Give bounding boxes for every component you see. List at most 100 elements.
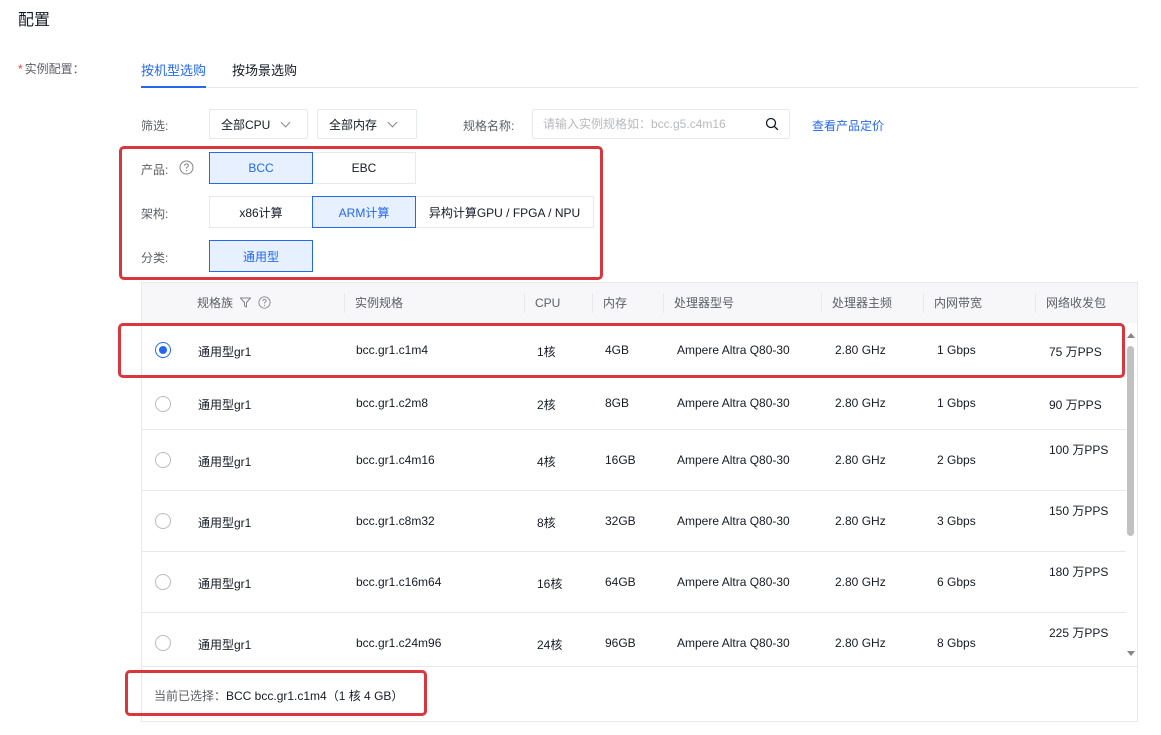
row-radio[interactable] (155, 513, 171, 529)
cell-cpu: 1核 (537, 345, 556, 359)
category-option-general[interactable]: 通用型 (209, 240, 313, 272)
product-options: BCC EBC (209, 152, 416, 184)
cell-pps: 75 万PPS (1049, 345, 1102, 359)
column-header-spec: 实例规格 (355, 296, 404, 310)
arch-option-x86[interactable]: x86计算 (209, 196, 313, 228)
scroll-up-arrow-icon[interactable] (1127, 333, 1135, 338)
cpu-select-value: 全部CPU (221, 117, 271, 132)
spec-name-label: 规格名称: (463, 119, 515, 133)
row-radio[interactable] (155, 574, 171, 590)
cell-processor: Ampere Altra Q80-30 (677, 343, 790, 357)
filter-label: 筛选: (141, 119, 169, 133)
table-row[interactable]: 通用型gr1 bcc.gr1.c16m64 16核 64GB Ampere Al… (142, 552, 1126, 613)
column-header-bandwidth: 内网带宽 (934, 296, 983, 310)
table-row[interactable]: 通用型gr1 bcc.gr1.c2m8 2核 8GB Ampere Altra … (142, 377, 1126, 430)
product-label: 产品: (141, 163, 169, 177)
product-option-ebc[interactable]: EBC (312, 152, 416, 184)
instance-config-label: * 实例配置： (18, 60, 85, 77)
question-circle-icon[interactable] (179, 160, 194, 175)
column-header-frequency: 处理器主频 (832, 296, 893, 310)
tab-by-scenario[interactable]: 按场景选购 (232, 60, 297, 88)
spec-search-input[interactable] (543, 117, 765, 131)
cell-spec: bcc.gr1.c16m64 (356, 575, 442, 589)
cell-frequency: 2.80 GHz (835, 636, 886, 650)
tab-by-instance-type[interactable]: 按机型选购 (141, 60, 207, 88)
column-header-pps: 网络收发包 (1046, 296, 1107, 310)
cell-bandwidth: 1 Gbps (937, 343, 976, 357)
cell-processor: Ampere Altra Q80-30 (677, 514, 790, 528)
cell-bandwidth: 2 Gbps (937, 453, 976, 467)
table-row[interactable]: 通用型gr1 bcc.gr1.c1m4 1核 4GB Ampere Altra … (142, 323, 1126, 377)
chevron-down-icon (280, 117, 291, 127)
table-body: 通用型gr1 bcc.gr1.c1m4 1核 4GB Ampere Altra … (142, 323, 1126, 666)
page-title: 配置 (18, 12, 51, 29)
column-header-memory: 内存 (603, 296, 628, 310)
scrollbar-thumb[interactable] (1127, 346, 1134, 536)
cell-memory: 96GB (605, 636, 636, 650)
table-row[interactable]: 通用型gr1 bcc.gr1.c24m96 24核 96GB Ampere Al… (142, 613, 1126, 666)
selection-summary: 当前已选择：BCC bcc.gr1.c1m4（1 核 4 GB） (142, 666, 1137, 721)
cell-family: 通用型gr1 (198, 638, 252, 652)
cell-cpu: 24核 (537, 638, 563, 652)
funnel-icon[interactable] (239, 297, 252, 308)
row-radio[interactable] (155, 635, 171, 651)
cell-cpu: 2核 (537, 398, 556, 412)
cell-frequency: 2.80 GHz (835, 575, 886, 589)
cpu-select[interactable]: 全部CPU (209, 109, 308, 139)
table-row[interactable]: 通用型gr1 bcc.gr1.c8m32 8核 32GB Ampere Altr… (142, 491, 1126, 552)
cell-processor: Ampere Altra Q80-30 (677, 453, 790, 467)
cell-spec: bcc.gr1.c1m4 (356, 343, 429, 357)
cell-pps: 225 万PPS (1049, 626, 1109, 640)
cell-frequency: 2.80 GHz (835, 453, 886, 467)
row-radio[interactable] (155, 396, 171, 412)
instance-config-label-text: 实例配置： (24, 62, 85, 76)
cell-cpu: 4核 (537, 455, 556, 469)
cell-family: 通用型gr1 (198, 455, 252, 469)
cell-memory: 64GB (605, 575, 636, 589)
view-pricing-link[interactable]: 查看产品定价 (812, 117, 884, 134)
cell-cpu: 16核 (537, 577, 563, 591)
row-radio[interactable] (155, 342, 171, 358)
cell-memory: 32GB (605, 514, 636, 528)
table-header: 规格族 实例规格 CPU 内存 处理器型号 处理器主频 内网带宽 网络收发包 (142, 283, 1137, 323)
selection-summary-label: 当前已选择： (154, 689, 227, 703)
table-scrollbar[interactable] (1124, 323, 1137, 666)
arch-option-arm[interactable]: ARM计算 (312, 196, 416, 228)
cell-bandwidth: 3 Gbps (937, 514, 976, 528)
memory-select[interactable]: 全部内存 (317, 109, 417, 139)
purchase-tabs: 按机型选购 按场景选购 (141, 50, 1138, 88)
cell-bandwidth: 8 Gbps (937, 636, 976, 650)
scroll-down-arrow-icon[interactable] (1127, 651, 1135, 656)
cell-pps: 180 万PPS (1049, 565, 1109, 579)
cell-bandwidth: 1 Gbps (937, 396, 976, 410)
spec-search-box (532, 109, 790, 139)
cell-family: 通用型gr1 (198, 398, 252, 412)
search-icon[interactable] (765, 117, 779, 131)
product-option-bcc[interactable]: BCC (209, 152, 313, 184)
cell-spec: bcc.gr1.c4m16 (356, 453, 435, 467)
cell-family: 通用型gr1 (198, 345, 252, 359)
category-options: 通用型 (209, 240, 313, 272)
cell-cpu: 8核 (537, 516, 556, 530)
selection-summary-text: 当前已选择：BCC bcc.gr1.c1m4（1 核 4 GB） (154, 687, 403, 704)
chevron-down-icon (387, 117, 398, 127)
table-row[interactable]: 通用型gr1 bcc.gr1.c4m16 4核 16GB Ampere Altr… (142, 430, 1126, 491)
cell-memory: 8GB (605, 396, 630, 410)
cell-spec: bcc.gr1.c24m96 (356, 636, 442, 650)
cell-bandwidth: 6 Gbps (937, 575, 976, 589)
cell-processor: Ampere Altra Q80-30 (677, 575, 790, 589)
column-header-processor: 处理器型号 (674, 296, 735, 310)
cell-processor: Ampere Altra Q80-30 (677, 636, 790, 650)
cell-processor: Ampere Altra Q80-30 (677, 396, 790, 410)
column-header-family: 规格族 (186, 283, 271, 323)
row-radio[interactable] (155, 452, 171, 468)
memory-select-value: 全部内存 (329, 117, 378, 132)
cell-pps: 90 万PPS (1049, 398, 1102, 412)
cell-spec: bcc.gr1.c8m32 (356, 514, 435, 528)
cell-spec: bcc.gr1.c2m8 (356, 396, 429, 410)
column-header-family-label: 规格族 (197, 296, 234, 310)
question-circle-icon[interactable] (258, 296, 271, 309)
arch-options: x86计算 ARM计算 异构计算GPU / FPGA / NPU (209, 196, 594, 228)
arch-option-heterogeneous[interactable]: 异构计算GPU / FPGA / NPU (415, 196, 594, 228)
selection-summary-value: BCC bcc.gr1.c1m4（1 核 4 GB） (226, 689, 404, 703)
